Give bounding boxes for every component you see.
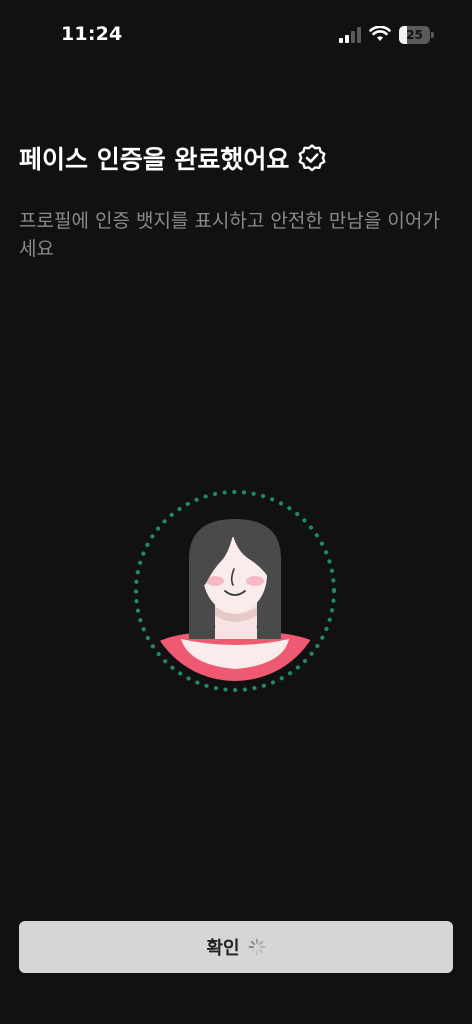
battery-icon: 25 xyxy=(399,26,435,44)
loading-spinner-icon xyxy=(248,938,265,956)
status-time: 11:24 xyxy=(61,23,123,45)
page-title: 페이스 인증을 완료했어요 xyxy=(19,145,290,174)
woman-avatar-illustration xyxy=(133,489,337,693)
status-bar: 11:24 25 xyxy=(0,0,472,64)
battery-percent: 25 xyxy=(406,28,423,42)
verified-badge-icon xyxy=(298,144,326,172)
wifi-icon xyxy=(369,26,391,41)
confirm-button[interactable]: 확인 xyxy=(19,921,453,973)
face-verification-illustration xyxy=(133,489,337,693)
confirm-button-label: 확인 xyxy=(206,938,240,958)
page-subtitle: 프로필에 인증 뱃지를 표시하고 안전한 만남을 이어가세요 xyxy=(19,210,440,260)
cellular-signal-icon xyxy=(339,27,361,43)
title-row: 페이스 인증을 완료했어요 xyxy=(19,140,327,176)
